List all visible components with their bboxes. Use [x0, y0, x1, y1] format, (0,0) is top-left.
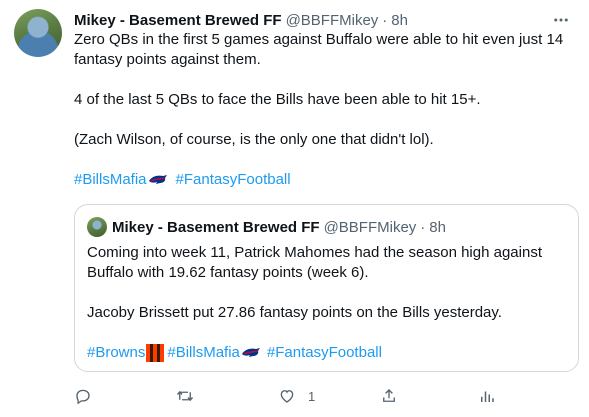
tweet-paragraph-1: Zero QBs in the first 5 games against Bu…	[74, 31, 564, 68]
reply-icon	[76, 389, 90, 405]
action-bar: 1	[74, 382, 494, 410]
tweet[interactable]: Mikey - Basement Brewed FF @BBFFMikey · …	[0, 0, 589, 417]
avatar[interactable]	[14, 9, 62, 57]
hashtag-fantasyfootball-quote[interactable]: #FantasyFootball	[267, 343, 382, 363]
analytics-icon	[481, 391, 494, 402]
retweet-icon	[176, 390, 194, 402]
hashtag-browns[interactable]: #Browns	[87, 343, 145, 363]
like-count: 1	[308, 388, 316, 404]
quote-timestamp: 8h	[429, 218, 446, 236]
timestamp[interactable]: 8h	[391, 12, 408, 29]
quote-handle: @BBFFMikey	[323, 218, 417, 236]
quote-avatar	[87, 217, 107, 237]
tweet-text: Zero QBs in the first 5 games against Bu…	[74, 30, 574, 190]
bills-logo-icon	[241, 348, 260, 357]
quote-paragraph-2: Jacoby Brissett put 27.86 fantasy points…	[87, 304, 502, 321]
hashtag-fantasyfootball[interactable]: #FantasyFootball	[176, 170, 291, 190]
tweet-paragraph-2: 4 of the last 5 QBs to face the Bills ha…	[74, 91, 481, 108]
analytics-button[interactable]	[478, 382, 496, 410]
share-icon	[383, 389, 395, 402]
tweet-paragraph-3: (Zach Wilson, of course, is the only one…	[74, 131, 434, 148]
browns-stripes-icon	[146, 344, 165, 362]
quote-hashtag-line: #Browns #BillsMafia #FantasyFootball	[87, 343, 567, 363]
quote-separator: ·	[420, 218, 426, 236]
quote-paragraph-1: Coming into week 11, Patrick Mahomes had…	[87, 244, 542, 281]
quote-display-name: Mikey - Basement Brewed FF	[112, 218, 320, 236]
display-name[interactable]: Mikey - Basement Brewed FF	[74, 12, 282, 29]
tweet-header: Mikey - Basement Brewed FF @BBFFMikey · …	[74, 10, 575, 30]
hashtag-billsmafia[interactable]: #BillsMafia	[74, 170, 147, 190]
heart-icon	[280, 390, 294, 403]
quote-tweet[interactable]: Mikey - Basement Brewed FF @BBFFMikey · …	[74, 204, 579, 372]
quote-text: Coming into week 11, Patrick Mahomes had…	[87, 243, 567, 363]
like-button[interactable]: 1	[278, 382, 315, 410]
reply-button[interactable]	[74, 382, 92, 410]
handle[interactable]: @BBFFMikey	[286, 12, 379, 29]
hashtag-billsmafia-quote[interactable]: #BillsMafia	[167, 343, 240, 363]
separator: ·	[382, 11, 388, 29]
bills-logo-icon	[148, 175, 167, 184]
quote-header: Mikey - Basement Brewed FF @BBFFMikey · …	[87, 217, 446, 237]
hashtag-line: #BillsMafia #FantasyFootball	[74, 170, 574, 190]
share-button[interactable]	[380, 382, 398, 410]
retweet-button[interactable]	[176, 382, 194, 410]
